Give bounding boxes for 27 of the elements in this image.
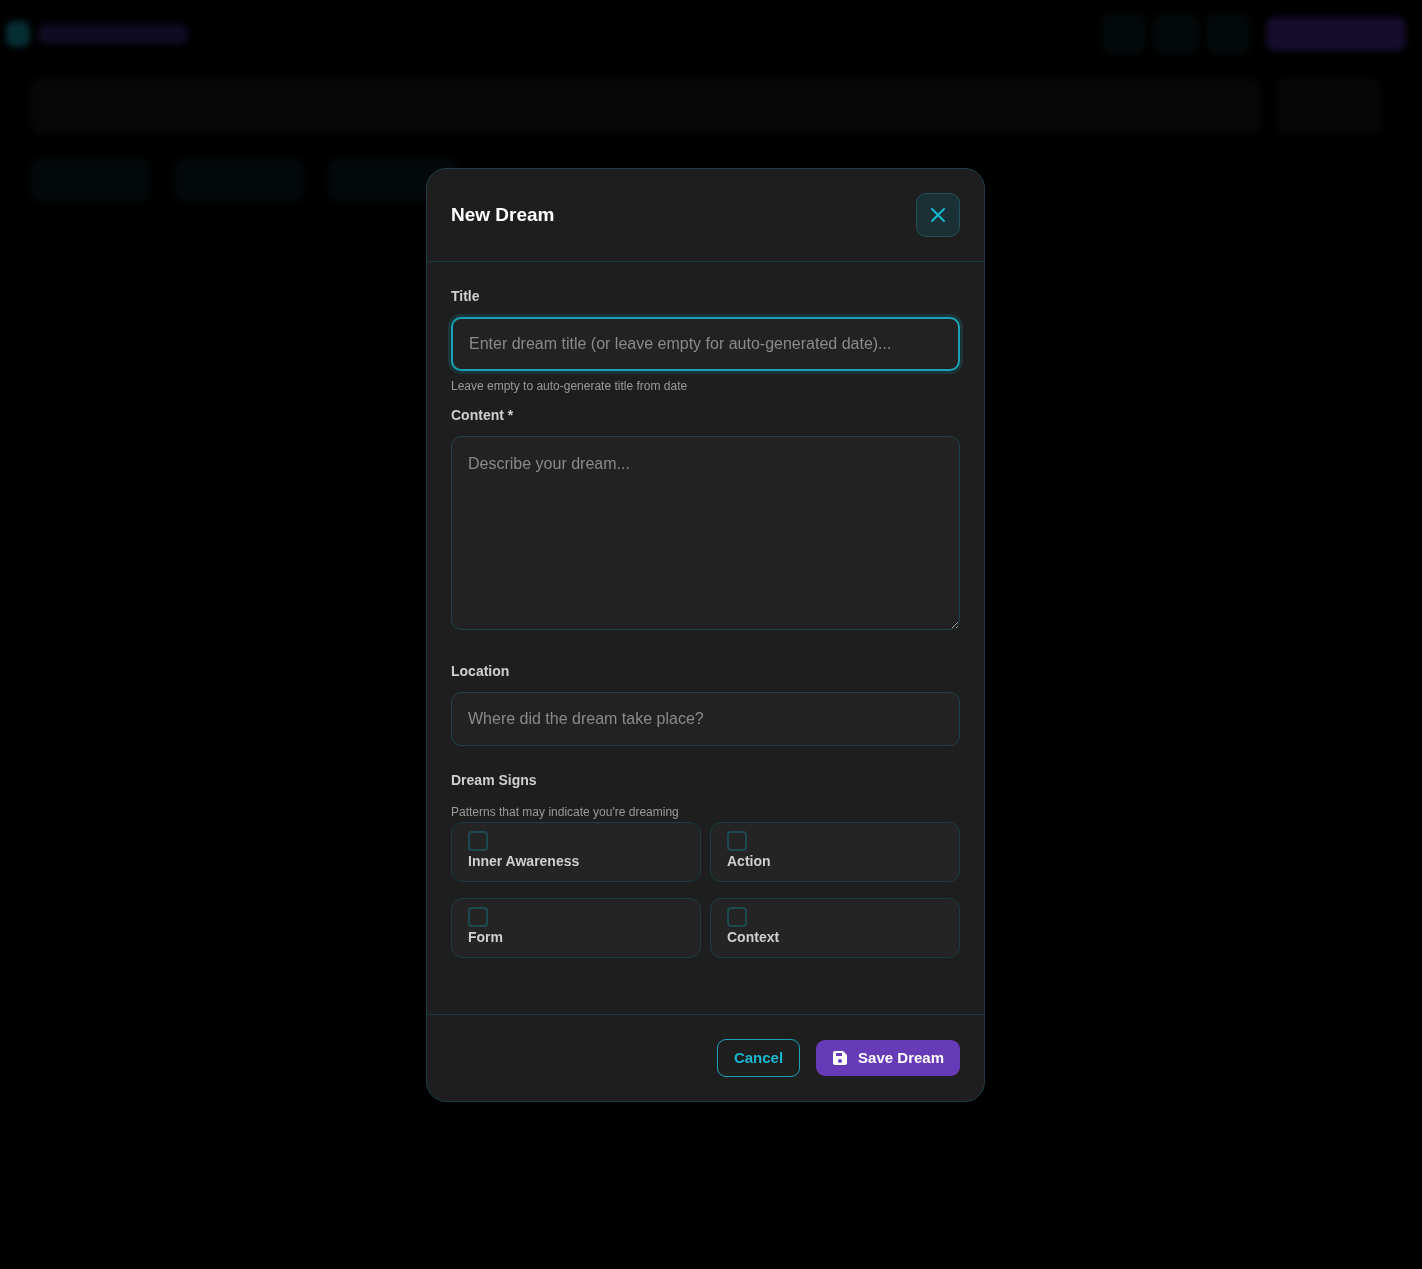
checkbox[interactable]: [468, 907, 488, 927]
help-text: Leave empty to auto-generate title from date: [451, 378, 689, 395]
field-label: Dream Signs: [451, 771, 538, 790]
text-field[interactable]: Where did the dream take place?: [451, 692, 960, 746]
close-button[interactable]: [916, 193, 960, 237]
help-text: Patterns that may indicate you're dreaming: [451, 804, 680, 821]
content-field[interactable]: Describe your dream...: [451, 436, 960, 630]
cancel-button[interactable]: Cancel: [716, 1039, 801, 1077]
dream-sign-option[interactable]: Action: [710, 822, 960, 882]
field-label: Content *: [451, 406, 515, 425]
dialog-title: New Dream: [451, 203, 555, 227]
checkbox[interactable]: [727, 907, 747, 927]
checkbox[interactable]: [727, 831, 747, 851]
blurred-logo: [6, 21, 30, 47]
field-label: Location: [451, 662, 511, 681]
field-label: Title: [451, 287, 481, 306]
dream-sign-option[interactable]: Inner Awareness: [451, 822, 701, 882]
save-button[interactable]: Save Dream: [816, 1040, 960, 1076]
option-label: Action: [727, 852, 772, 871]
option-label: Form: [468, 928, 504, 947]
option-label: Context: [727, 928, 781, 947]
checkbox[interactable]: [468, 831, 488, 851]
close-icon: [930, 207, 946, 223]
option-label: Inner Awareness: [468, 852, 581, 871]
dream-sign-option[interactable]: Form: [451, 898, 701, 958]
dream-sign-option[interactable]: Context: [710, 898, 960, 958]
text-field[interactable]: Enter dream title (or leave empty for auto-generated date)...: [451, 317, 960, 371]
